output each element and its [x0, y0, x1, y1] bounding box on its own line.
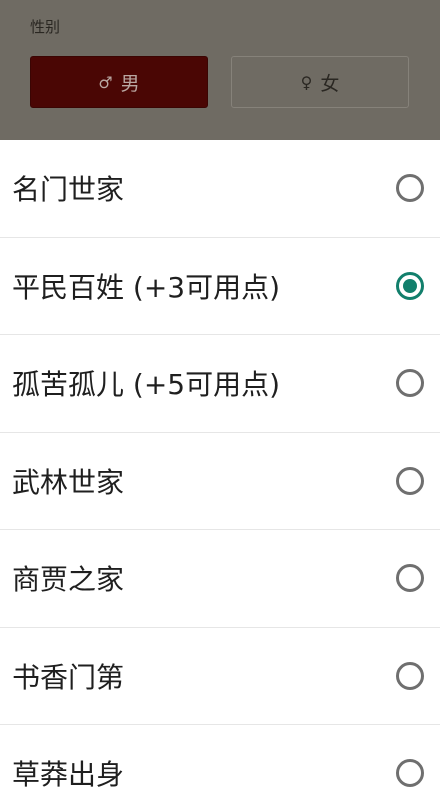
radio-button-checked[interactable] [396, 271, 424, 300]
radio-button[interactable] [396, 369, 424, 398]
option-label: 平民百姓 (+3可用点) [12, 270, 281, 304]
option-label: 武林世家 [12, 465, 125, 499]
option-item[interactable]: 草莽出身 [0, 725, 440, 806]
gender-label: 性别 [30, 18, 61, 36]
option-item[interactable]: 名门世家 [0, 140, 440, 238]
option-item[interactable]: 孤苦孤儿 (+5可用点) [0, 335, 440, 433]
radio-button[interactable] [396, 661, 424, 690]
male-icon: ♂ [98, 72, 113, 92]
option-label: 名门世家 [12, 173, 125, 207]
background-options-sheet: 名门世家 平民百姓 (+3可用点) 孤苦孤儿 (+5可用点) 武林世家 商贾之家… [0, 140, 440, 806]
radio-button[interactable] [396, 759, 424, 788]
option-item[interactable]: 书香门第 [0, 628, 440, 725]
option-label: 书香门第 [12, 660, 125, 694]
radio-button[interactable] [396, 174, 424, 203]
gender-male-button[interactable]: ♂ 男 [30, 56, 208, 108]
option-item[interactable]: 商贾之家 [0, 530, 440, 628]
radio-button[interactable] [396, 466, 424, 495]
option-item[interactable]: 武林世家 [0, 433, 440, 530]
radio-button[interactable] [396, 564, 424, 593]
option-item[interactable]: 平民百姓 (+3可用点) [0, 238, 440, 335]
gender-female-button[interactable]: ♀ 女 [231, 56, 409, 108]
background-panel: 性别 ♂ 男 ♀ 女 [0, 0, 440, 140]
female-icon: ♀ [300, 72, 313, 92]
gender-male-label: 男 [120, 72, 140, 95]
gender-female-label: 女 [320, 72, 340, 95]
option-label: 草莽出身 [12, 758, 125, 792]
option-label: 孤苦孤儿 (+5可用点) [12, 368, 281, 402]
option-label: 商贾之家 [12, 563, 125, 597]
